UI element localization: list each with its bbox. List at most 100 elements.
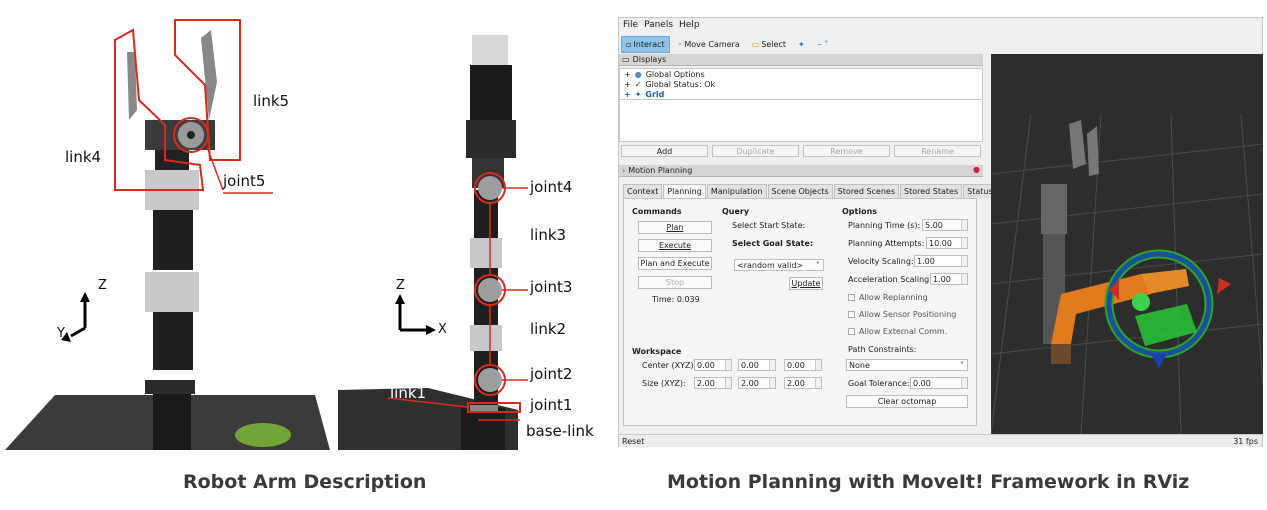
axis-z-label: Z [396,278,405,293]
tab-stored-states[interactable]: Stored States [900,184,963,198]
label-joint3: joint3 [530,278,573,296]
menu-panels[interactable]: Panels [644,20,673,32]
label-base-link: base-link [526,422,594,440]
allow-external-label: Allow External Comm. [859,327,948,336]
size-y-field[interactable]: 2.00 [738,377,776,389]
grid-icon: ✦ [634,89,642,99]
robot-front-photo: link5 link4 joint5 Z Y [5,10,330,450]
spinner-icon[interactable] [815,360,821,370]
center-y-value: 0.00 [741,361,759,370]
chevron-right-icon: › [622,166,626,175]
size-z-value: 2.00 [787,379,805,388]
velocity-scaling-label: Velocity Scaling: [848,257,914,266]
center-x-value: 0.00 [697,361,715,370]
spinner-icon[interactable] [815,378,821,388]
center-y-field[interactable]: 0.00 [738,359,776,371]
select-icon: ▭ [751,40,760,49]
center-z-field[interactable]: 0.00 [784,359,822,371]
menu-file[interactable]: File [623,20,638,32]
duplicate-display-button[interactable]: Duplicate [712,145,799,157]
goal-state-tab[interactable]: Select Goal State: [732,239,813,248]
execute-button[interactable]: Execute [638,239,712,252]
velocity-scaling-field[interactable]: 1.00 [914,255,968,267]
motion-planning-tabs: Context Planning Manipulation Scene Obje… [623,184,997,198]
display-item-label: Grid [645,89,665,99]
planning-time-value: 5.00 [925,221,943,230]
menu-help[interactable]: Help [679,20,700,32]
label-joint4: joint4 [530,178,573,196]
label-joint5: joint5 [223,172,266,190]
caption-motion-planning: Motion Planning with MoveIt! Framework i… [667,471,1190,493]
add-display-button[interactable]: Add [621,145,708,157]
stop-button[interactable]: Stop [638,276,712,289]
status-bar: Reset 31 fps [619,434,1262,447]
planning-time-field[interactable]: 5.00 [922,219,968,231]
move-camera-tool[interactable]: ◦ Move Camera [674,36,744,53]
check-icon: ✓ [634,79,642,89]
displays-buttons: Add Duplicate Remove Rename [619,145,983,157]
displays-panel-header: ▭ Displays [619,54,983,66]
start-state-tab[interactable]: Select Start State: [732,221,805,230]
label-joint1: joint1 [530,396,573,414]
allow-external-checkbox[interactable]: Allow External Comm. [848,327,947,336]
display-item-global-status[interactable]: + ✓ Global Status: Ok [620,79,982,89]
spinner-icon[interactable] [725,378,731,388]
size-x-field[interactable]: 2.00 [694,377,732,389]
clear-octomap-button[interactable]: Clear octomap [846,395,968,408]
spinner-icon[interactable] [769,360,775,370]
remove-display-button[interactable]: Remove [803,145,890,157]
select-tool[interactable]: ▭ Select [748,36,790,53]
spinner-icon[interactable] [961,378,967,388]
close-icon[interactable]: ● [973,165,980,174]
reset-button[interactable]: Reset [622,437,644,446]
3d-viewport[interactable] [990,54,1264,435]
checkbox-icon [848,294,855,301]
goal-tolerance-field[interactable]: 0.00 [910,377,968,389]
spinner-icon[interactable] [961,238,967,248]
plan-button[interactable]: Plan [638,221,712,234]
planning-time-readout: Time: 0.039 [652,295,700,304]
size-z-field[interactable]: 2.00 [784,377,822,389]
interact-tool[interactable]: ▫ Interact [621,36,670,53]
allow-replanning-label: Allow Replanning [859,293,928,302]
spinner-icon[interactable] [961,274,967,284]
acceleration-scaling-field[interactable]: 1.00 [930,273,968,285]
display-item-global-options[interactable]: + ● Global Options [620,69,982,79]
tab-planning[interactable]: Planning [663,184,706,198]
tab-manipulation[interactable]: Manipulation [706,184,767,198]
add-tool-button[interactable]: ✦ [794,36,809,53]
axis-z-label: Z [98,278,107,293]
robot-side-photo: joint4 link3 joint3 link2 joint2 joint1 … [338,10,620,450]
select-label: Select [761,40,786,49]
goal-tolerance-label: Goal Tolerance: [848,379,910,388]
axis-x-label: X [438,322,447,337]
center-x-field[interactable]: 0.00 [694,359,732,371]
display-item-grid[interactable]: + ✦ Grid [620,89,982,99]
allow-sensor-checkbox[interactable]: Allow Sensor Positioning [848,310,956,319]
allow-replanning-checkbox[interactable]: Allow Replanning [848,293,928,302]
path-constraints-select[interactable]: None ˅ [846,359,968,371]
planning-attempts-field[interactable]: 10.00 [926,237,968,249]
remove-tool-button[interactable]: ‒ ˅ [813,36,833,53]
camera-icon: ◦ [677,40,683,49]
tab-scene-objects[interactable]: Scene Objects [767,184,833,198]
tab-stored-scenes[interactable]: Stored Scenes [833,184,899,198]
update-button[interactable]: Update [789,277,823,290]
center-label: Center (XYZ): [642,361,697,370]
spinner-icon[interactable] [961,220,967,230]
plan-and-execute-button[interactable]: Plan and Execute [638,257,712,270]
spinner-icon[interactable] [725,360,731,370]
tab-context[interactable]: Context [623,184,663,198]
display-item-label: Global Options [645,69,705,79]
label-link2: link2 [530,320,567,338]
spinner-icon[interactable] [961,256,967,266]
label-link5: link5 [253,92,290,110]
path-constraints-label: Path Constraints: [848,345,917,354]
path-constraints-value: None [849,361,870,370]
move-camera-label: Move Camera [684,40,740,49]
goal-state-select[interactable]: <random valid> ˅ [734,259,824,271]
label-joint2: joint2 [530,365,573,383]
monitor-icon: ▭ [622,55,630,64]
spinner-icon[interactable] [769,378,775,388]
rename-display-button[interactable]: Rename [894,145,981,157]
